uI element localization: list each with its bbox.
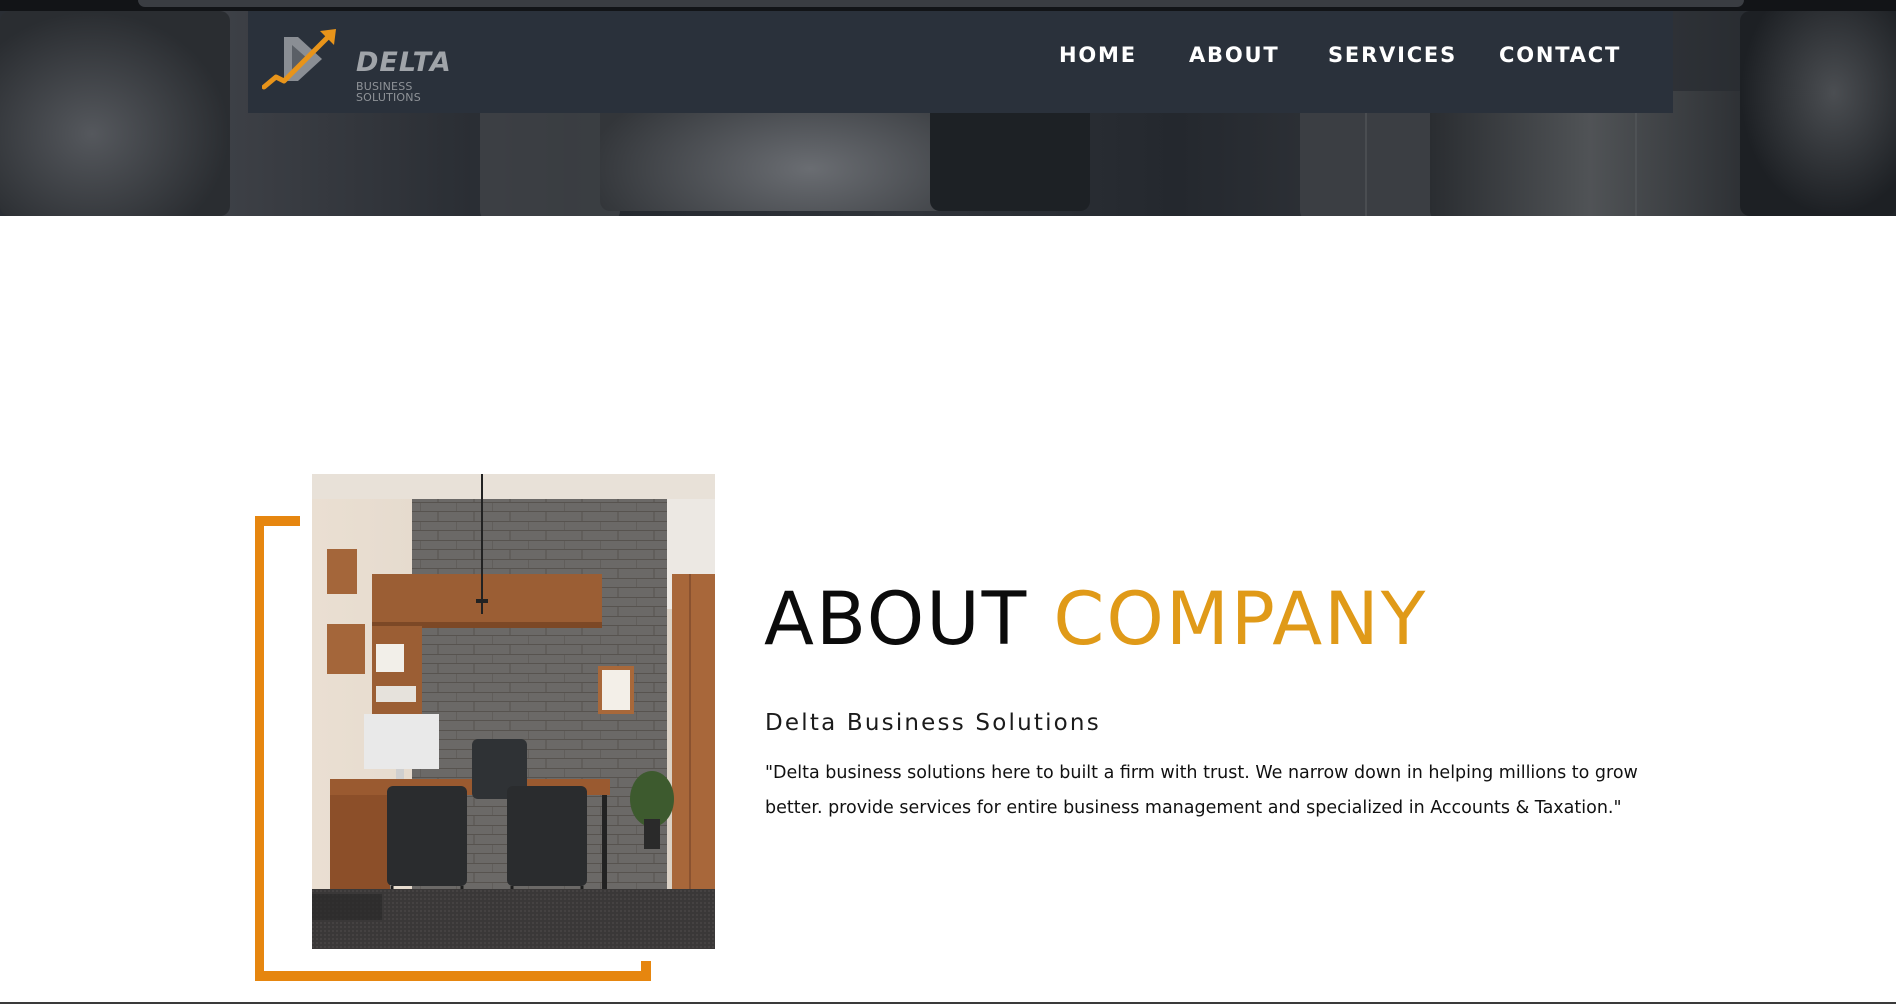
nav-services[interactable]: SERVICES <box>1328 45 1457 66</box>
office-interior-image <box>312 474 715 949</box>
about-heading-part2: COMPANY <box>1053 577 1428 662</box>
about-heading: ABOUT COMPANY <box>764 583 1427 656</box>
about-heading-part1: ABOUT <box>764 577 1054 662</box>
decorative-bracket-top <box>255 516 300 526</box>
about-description: "Delta business solutions here to built … <box>765 763 1638 818</box>
about-subtitle: Delta Business Solutions <box>765 710 1101 736</box>
decorative-bracket-right <box>641 961 651 981</box>
decorative-bracket-left <box>255 516 264 981</box>
delta-logo-mark-icon <box>261 29 336 90</box>
site-navbar: DELTA BUSINESS SOLUTIONS HOME ABOUT SERV… <box>248 11 1673 113</box>
decorative-bracket-bottom <box>255 971 651 981</box>
delta-logo[interactable]: DELTA BUSINESS SOLUTIONS <box>261 29 462 103</box>
brand-tagline: BUSINESS SOLUTIONS <box>356 80 421 104</box>
nav-about[interactable]: ABOUT <box>1189 45 1280 66</box>
nav-contact[interactable]: CONTACT <box>1499 45 1621 66</box>
browser-address-bar-edge <box>138 0 1744 7</box>
nav-home[interactable]: HOME <box>1059 45 1137 66</box>
brand-name: DELTA <box>356 47 452 78</box>
